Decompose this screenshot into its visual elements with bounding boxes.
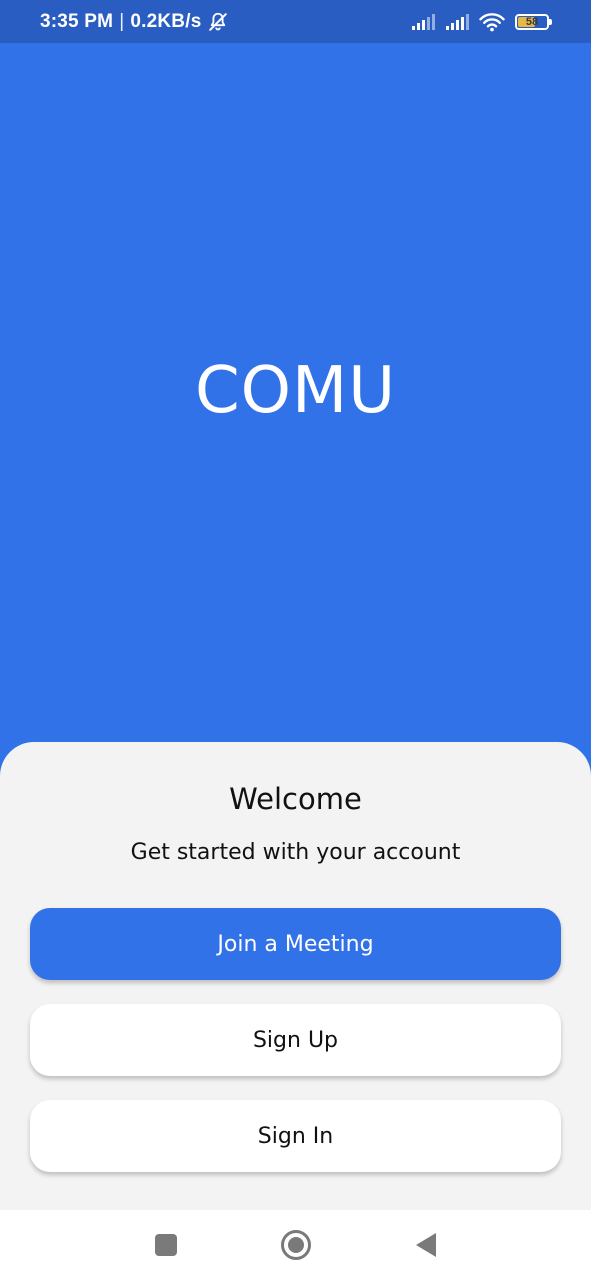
welcome-subtitle: Get started with your account bbox=[130, 840, 461, 865]
welcome-sheet: Welcome Get started with your account Jo… bbox=[0, 742, 591, 1210]
battery-level: 58 bbox=[525, 15, 539, 28]
navigation-bar bbox=[0, 1210, 591, 1280]
status-right: 58 bbox=[411, 12, 552, 32]
join-meeting-button[interactable]: Join a Meeting bbox=[30, 908, 561, 980]
status-left: 3:35 PM | 0.2KB/s bbox=[40, 11, 229, 33]
sign-in-button[interactable]: Sign In bbox=[30, 1100, 561, 1172]
back-icon bbox=[415, 1233, 436, 1257]
network-speed: 0.2KB/s bbox=[130, 10, 202, 32]
cell-signal-icon bbox=[412, 13, 435, 30]
status-time: 3:35 PM bbox=[40, 10, 114, 32]
app-title: COMU bbox=[194, 354, 397, 428]
welcome-title: Welcome bbox=[229, 782, 362, 816]
status-bar: 3:35 PM | 0.2KB/s 58 bbox=[0, 0, 591, 43]
cell-signal-icon bbox=[446, 13, 469, 30]
hero-banner: COMU bbox=[0, 43, 591, 743]
wifi-icon bbox=[479, 12, 505, 31]
battery-icon: 58 bbox=[515, 13, 552, 30]
recent-apps-icon bbox=[154, 1234, 177, 1256]
bell-off-icon bbox=[209, 12, 228, 31]
sign-up-button[interactable]: Sign Up bbox=[30, 1004, 561, 1076]
status-separator: | bbox=[119, 10, 125, 32]
back-button[interactable] bbox=[361, 1210, 491, 1280]
recent-apps-button[interactable] bbox=[101, 1210, 231, 1280]
home-button[interactable] bbox=[231, 1210, 361, 1280]
home-icon bbox=[280, 1230, 311, 1260]
